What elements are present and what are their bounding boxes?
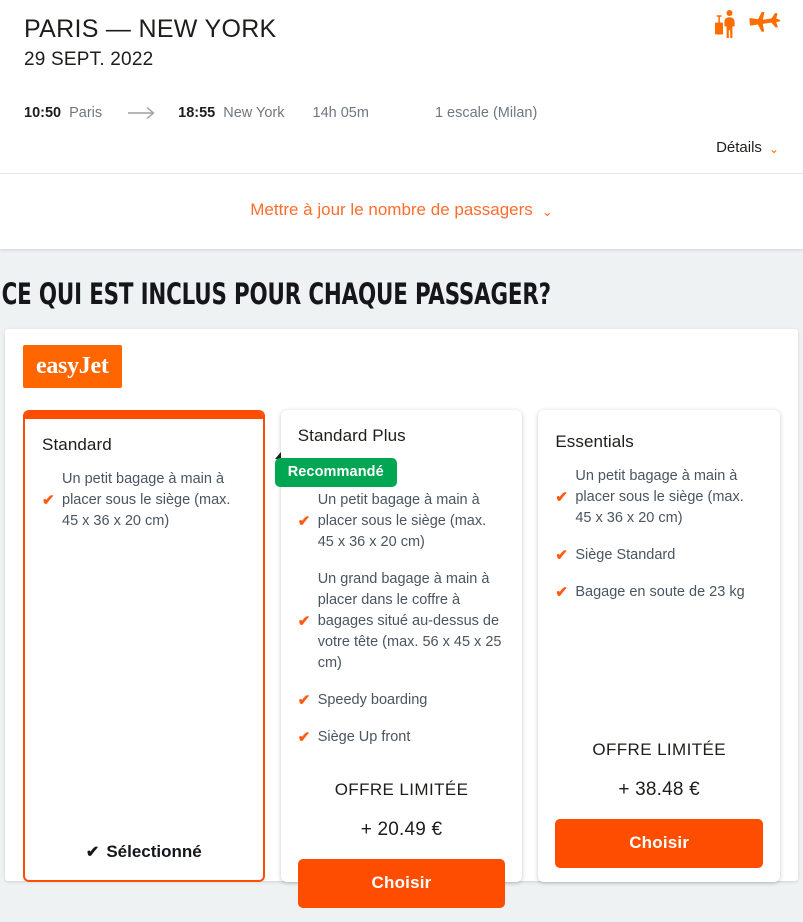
chevron-down-icon: ⌄	[768, 141, 779, 156]
details-row: Détails ⌄	[0, 121, 803, 173]
airplane-icon	[749, 11, 781, 37]
easyjet-logo: easyJet	[23, 345, 122, 389]
price-value: + 20.49 €	[360, 819, 443, 841]
fare-feature-list: ✔ Un petit bagage à main à placer sous l…	[555, 466, 763, 619]
departure-time: 10:50	[24, 105, 62, 122]
update-passengers-link[interactable]: Mettre à jour le nombre de passagers ⌄	[250, 200, 552, 220]
flight-duration: 14h 05m	[312, 105, 369, 122]
arrow-right-icon	[128, 106, 156, 120]
check-icon: ✔	[555, 584, 568, 602]
list-item: ✔ Siège Up front	[298, 727, 506, 748]
traveler-luggage-icon	[714, 9, 740, 39]
card-accent-bar	[25, 412, 263, 420]
fare-card-title: Essentials	[555, 432, 634, 452]
feature-text: Un petit bagage à main à placer sous le …	[575, 468, 744, 527]
details-toggle[interactable]: Détails ⌄	[716, 139, 779, 156]
flight-times-row: 10:50 Paris 18:55 New York 14h 05m 1 esc…	[0, 71, 803, 121]
arrival-city: New York	[223, 105, 285, 122]
selected-status: ✔ Sélectionné	[42, 842, 246, 866]
list-item: ✔ Un petit bagage à main à placer sous l…	[298, 490, 506, 553]
fare-options-panel: easyJet Standard ✔ Un petit bagage à mai…	[5, 329, 798, 909]
price-value: + 38.48 €	[618, 779, 700, 801]
easyjet-logo-text: easyJet	[36, 353, 109, 380]
list-item: ✔ Un grand bagage à main à placer dans l…	[298, 569, 506, 674]
flight-date: 29 SEPT. 2022	[24, 49, 154, 71]
arrival-time: 18:55	[178, 105, 216, 122]
page-title: PARIS — NEW YORK	[24, 15, 277, 43]
check-icon: ✔	[297, 692, 311, 710]
check-icon: ✔	[297, 513, 311, 531]
passenger-update-row: Mettre à jour le nombre de passagers ⌄	[0, 174, 803, 250]
list-item: ✔ Un petit bagage à main à placer sous l…	[555, 466, 763, 529]
feature-text: Bagage en soute de 23 kg	[575, 584, 745, 601]
departure-city: Paris	[69, 105, 103, 122]
flight-stops: 1 escale (Milan)	[434, 105, 538, 122]
details-label: Détails	[716, 139, 762, 157]
fare-card-list: Standard ✔ Un petit bagage à main à plac…	[23, 410, 780, 909]
check-icon: ✔	[555, 547, 568, 565]
chevron-down-icon: ⌄	[541, 203, 553, 219]
feature-text: Speedy boarding	[317, 692, 428, 709]
list-item: ✔ Un petit bagage à main à placer sous l…	[42, 469, 246, 532]
flight-summary-panel: PARIS — NEW YORK 29 SEPT. 2022 10:50 Par…	[0, 0, 803, 250]
check-icon: ✔	[555, 489, 568, 507]
check-icon: ✔	[297, 613, 311, 631]
check-icon: ✔	[297, 729, 311, 747]
list-item: ✔ Bagage en soute de 23 kg	[555, 582, 763, 603]
check-icon: ✔	[42, 492, 55, 510]
update-passengers-label: Mettre à jour le nombre de passagers	[250, 200, 533, 220]
offer-label: OFFRE LIMITÉE	[334, 780, 469, 800]
header-icons	[714, 9, 781, 39]
feature-text: Un petit bagage à main à placer sous le …	[317, 492, 487, 551]
section-heading: CE QUI EST INCLUS POUR CHAQUE PASSAGER?	[1, 277, 551, 312]
choose-button[interactable]: Choisir	[555, 819, 763, 869]
fare-feature-list: ✔ Un petit bagage à main à placer sous l…	[42, 469, 246, 548]
selected-label: Sélectionné	[106, 842, 202, 862]
recommended-badge: Recommandé	[274, 458, 397, 488]
offer-label: OFFRE LIMITÉE	[592, 740, 726, 760]
list-item: ✔ Siège Standard	[555, 545, 763, 566]
fare-card-essentials[interactable]: Essentials ✔ Un petit bagage à main à pl…	[538, 410, 780, 883]
fare-card-title: Standard	[42, 435, 112, 455]
feature-text: Un petit bagage à main à placer sous le …	[62, 471, 231, 530]
feature-text: Siège Up front	[317, 729, 411, 746]
route-header: PARIS — NEW YORK 29 SEPT. 2022	[0, 0, 803, 71]
fare-card-standard[interactable]: Standard ✔ Un petit bagage à main à plac…	[23, 410, 265, 883]
feature-text: Un grand bagage à main à placer dans le …	[317, 571, 502, 672]
fare-card-standard-plus[interactable]: Recommandé Standard Plus ✔ Un petit baga…	[274, 410, 523, 909]
fare-card-title: Standard Plus	[297, 426, 406, 446]
fare-feature-list: ✔ Un petit bagage à main à placer sous l…	[298, 490, 506, 764]
choose-button[interactable]: Choisir	[297, 859, 506, 909]
list-item: ✔ Speedy boarding	[298, 690, 506, 711]
check-icon: ✔	[85, 844, 100, 862]
feature-text: Siège Standard	[575, 547, 676, 564]
